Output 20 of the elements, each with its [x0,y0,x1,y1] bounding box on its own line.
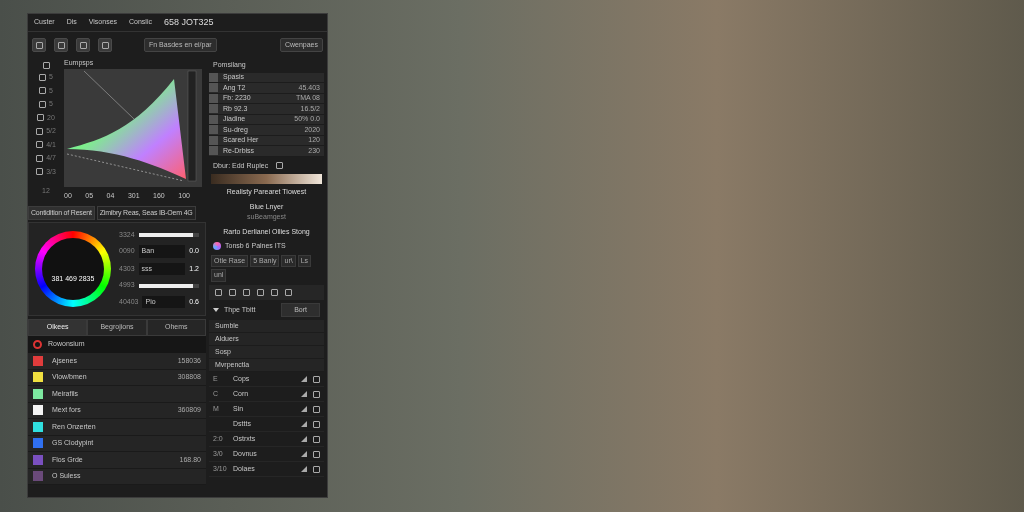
square-icon[interactable] [313,435,320,443]
gradient-bar[interactable] [211,174,322,184]
ramp-icon [301,451,307,457]
ramp-icon [301,391,307,397]
square-icon[interactable] [313,405,320,413]
window-title: 658 JOT325 [164,15,214,29]
ramp-icon [301,406,307,412]
square-icon[interactable] [313,465,320,473]
palette-icon [33,340,42,349]
caret-icon[interactable] [213,307,219,312]
square-icon[interactable] [313,390,320,398]
color-ball-icon [213,242,221,251]
square-icon[interactable] [313,420,320,428]
ramp-icon [301,376,307,382]
square-icon[interactable] [313,375,320,383]
ramp-icon [301,466,307,472]
ramp-icon [301,421,307,427]
square-icon[interactable] [313,450,320,458]
ramp-icon [301,436,307,442]
square-button[interactable] [76,38,90,52]
